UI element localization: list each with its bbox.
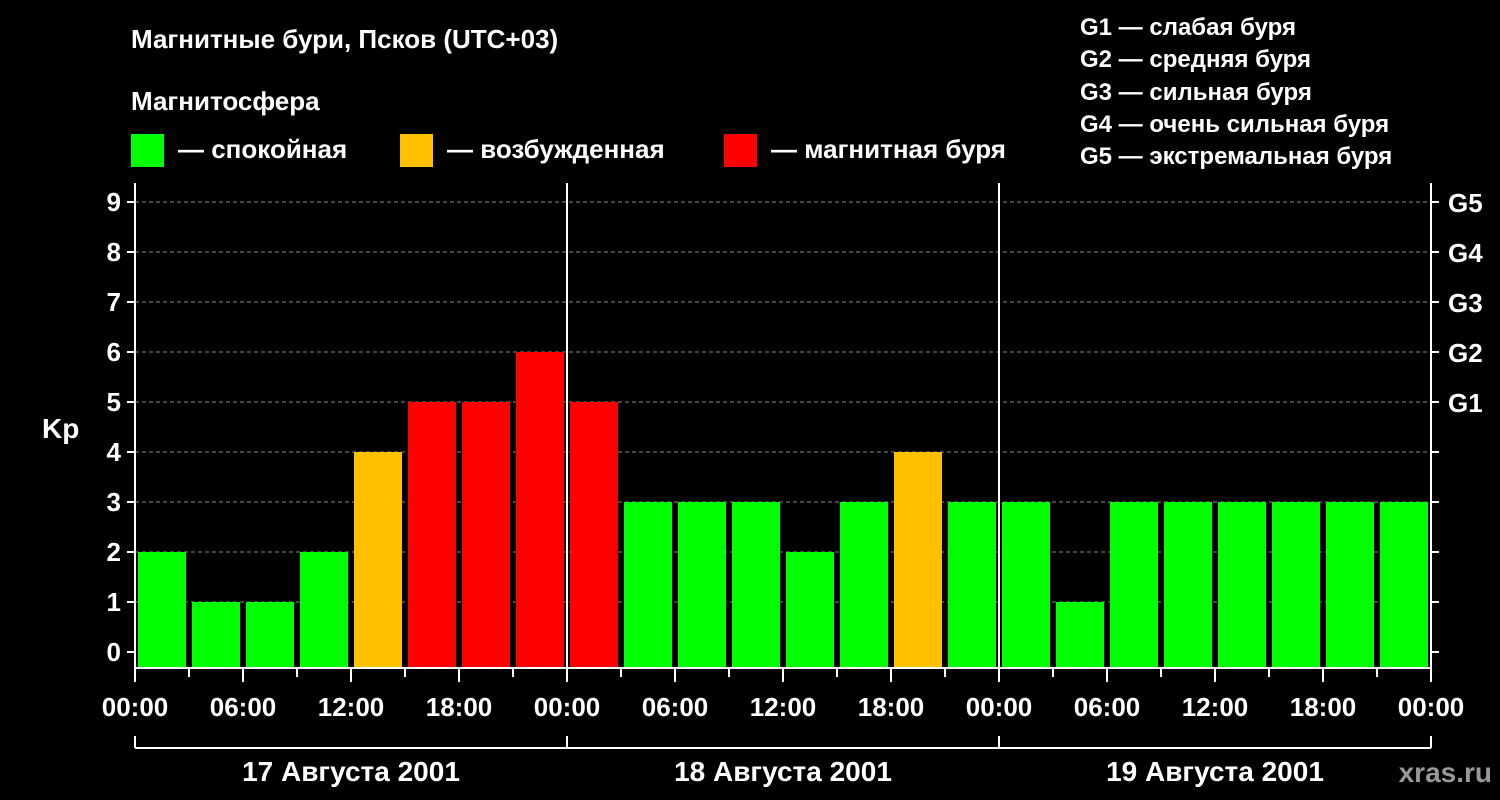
bar-kp-6 (462, 402, 510, 668)
y-tick-label: 9 (107, 187, 121, 217)
y-tick-label: 4 (107, 437, 122, 467)
y-tick-label: 5 (107, 387, 121, 417)
y-tick-label: 6 (107, 337, 121, 367)
y-tick-label: 3 (107, 487, 121, 517)
day-label: 19 Августа 2001 (1106, 756, 1324, 787)
x-tick-label: 00:00 (1398, 692, 1465, 722)
x-tick-label: 00:00 (534, 692, 601, 722)
bar-kp-12 (786, 552, 834, 668)
bar-kp-18 (1110, 502, 1158, 668)
day-label: 17 Августа 2001 (242, 756, 460, 787)
x-tick-label: 06:00 (642, 692, 709, 722)
x-tick-label: 18:00 (426, 692, 493, 722)
bar-kp-8 (570, 402, 618, 668)
bar-kp-1 (192, 602, 240, 668)
bar-kp-21 (1272, 502, 1320, 668)
bar-kp-19 (1164, 502, 1212, 668)
y-tick-label: 1 (107, 587, 121, 617)
g-level-label: G2 (1448, 338, 1483, 368)
bar-kp-15 (948, 502, 996, 668)
watermark: xras.ru (1398, 757, 1492, 788)
bar-kp-13 (840, 502, 888, 668)
bar-kp-17 (1056, 602, 1104, 668)
bar-kp-16 (1002, 502, 1050, 668)
day-label: 18 Августа 2001 (674, 756, 892, 787)
x-tick-label: 06:00 (210, 692, 277, 722)
bar-kp-5 (408, 402, 456, 668)
bar-kp-3 (300, 552, 348, 668)
x-tick-label: 18:00 (1290, 692, 1357, 722)
kp-chart: 0 1 2 3 4 5 6 7 8 9 G1 G2 G3 G4 G5 00:00 06:00 12:00 18:00… (102, 183, 1483, 787)
g-level-label: G5 (1448, 188, 1483, 218)
x-tick-label: 12:00 (750, 692, 817, 722)
bar-kp-11 (732, 502, 780, 668)
y-tick-label: 2 (107, 537, 121, 567)
bar-kp-7 (516, 352, 564, 668)
g-level-label: G4 (1448, 238, 1483, 268)
bar-kp-22 (1326, 502, 1374, 668)
bar-kp-14 (894, 452, 942, 668)
bar-kp-9 (624, 502, 672, 668)
y-tick-label: 8 (107, 237, 121, 267)
bar-kp-2 (246, 602, 294, 668)
bar-kp-4 (354, 452, 402, 668)
x-tick-label: 00:00 (966, 692, 1033, 722)
bar-kp-0 (138, 552, 186, 668)
x-tick-label: 00:00 (102, 692, 169, 722)
x-tick-label: 12:00 (318, 692, 385, 722)
bar-kp-20 (1218, 502, 1266, 668)
bar-kp-10 (678, 502, 726, 668)
bar-kp-23 (1380, 502, 1428, 668)
x-tick-label: 06:00 (1074, 692, 1141, 722)
g-level-label: G1 (1448, 388, 1483, 418)
x-tick-label: 12:00 (1182, 692, 1249, 722)
x-tick-label: 18:00 (858, 692, 925, 722)
y-tick-label: 0 (107, 637, 121, 667)
y-tick-label: 7 (107, 287, 121, 317)
g-level-label: G3 (1448, 288, 1483, 318)
